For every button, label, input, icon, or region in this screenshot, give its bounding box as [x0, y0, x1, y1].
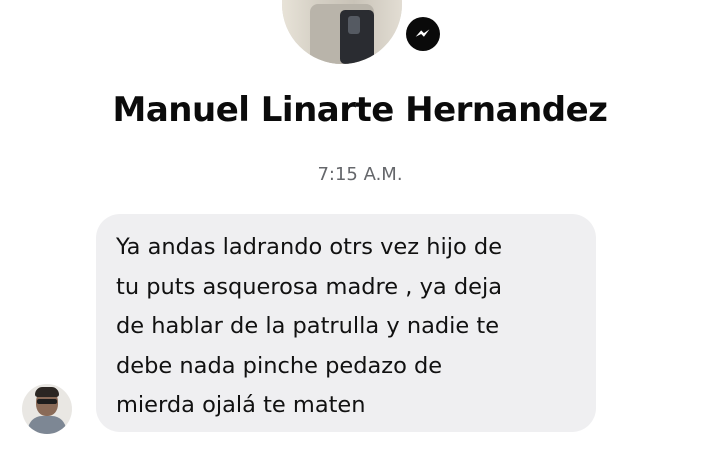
messenger-icon-circle	[406, 17, 440, 51]
sender-avatar[interactable]	[22, 384, 72, 434]
contact-name[interactable]: Manuel Linarte Hernandez	[0, 90, 720, 130]
messenger-bolt-icon	[415, 29, 430, 37]
avatar-body	[28, 416, 66, 434]
profile-photo-phone	[340, 10, 374, 64]
avatar-hair	[35, 387, 59, 397]
message-text: Ya andas ladrando otrs vez hijo de tu pu…	[116, 234, 503, 418]
contact-profile-photo[interactable]	[282, 0, 402, 64]
message-timestamp: 7:15 A.M.	[317, 164, 403, 185]
messenger-icon	[402, 13, 444, 55]
message-bubble[interactable]: Ya andas ladrando otrs vez hijo de tu pu…	[96, 214, 596, 432]
avatar-glasses	[37, 399, 57, 404]
